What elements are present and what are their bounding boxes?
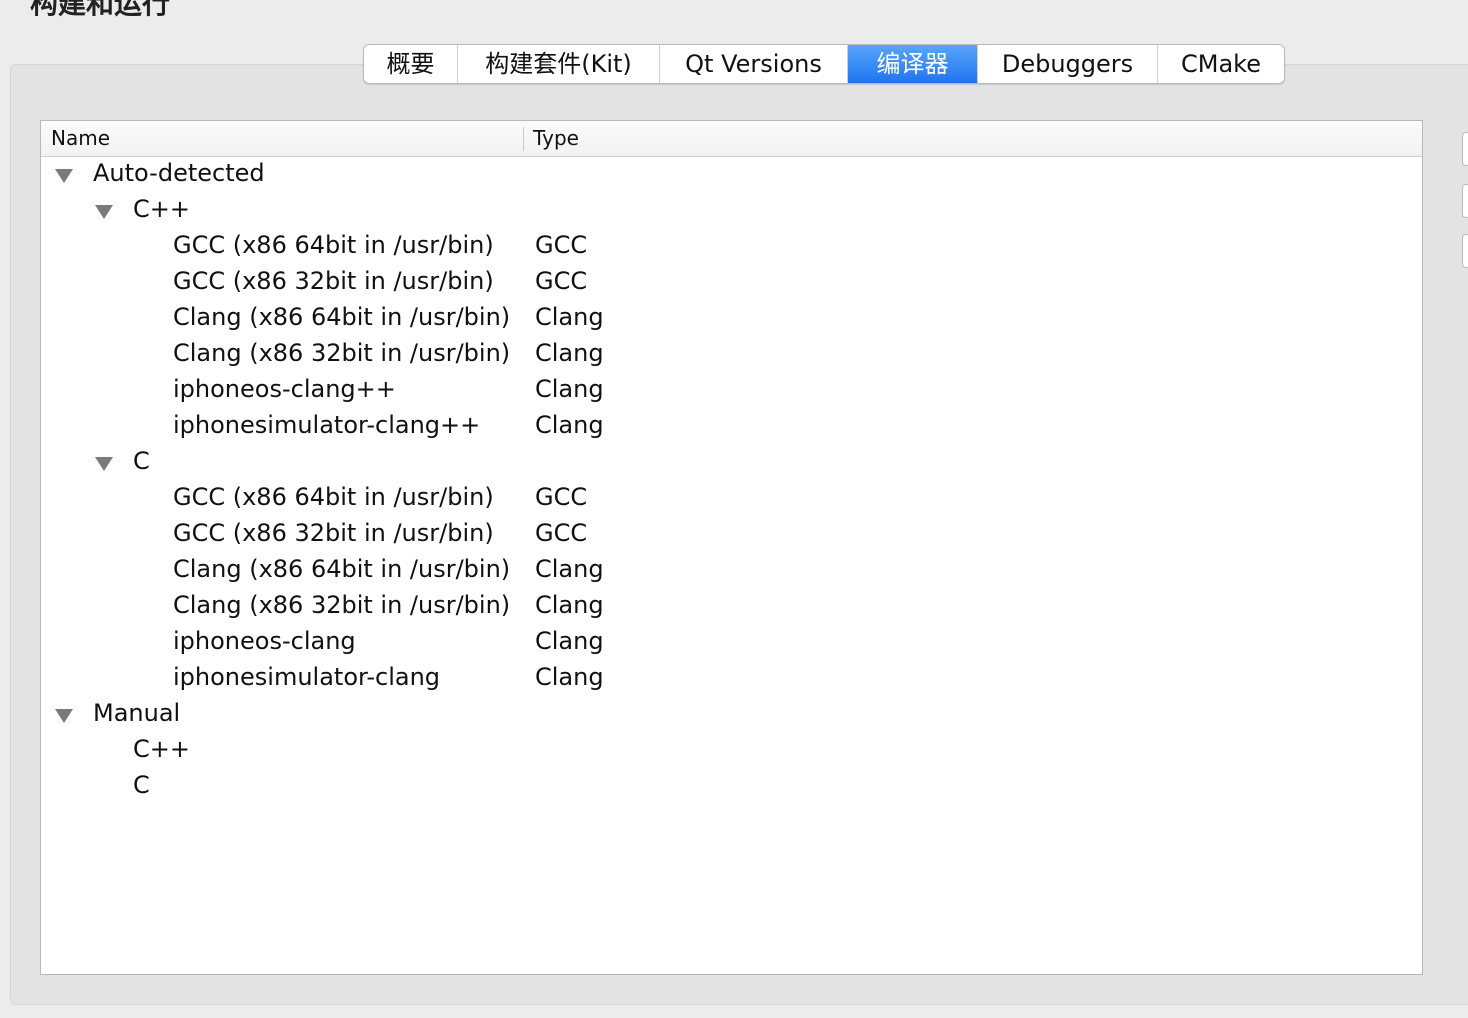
window-title: 构建和运行 bbox=[30, 0, 171, 20]
tree-group-manual-c[interactable]: C bbox=[41, 769, 1422, 805]
tree-item-label: iphoneos-clang bbox=[173, 627, 356, 655]
tab-cmake[interactable]: CMake bbox=[1158, 45, 1284, 83]
tree-item-label: iphoneos-clang++ bbox=[173, 375, 396, 403]
tree-item-label: C++ bbox=[133, 195, 190, 223]
tree-item-label: Clang (x86 64bit in /usr/bin) bbox=[173, 303, 511, 331]
tree-item-compiler[interactable]: Clang (x86 64bit in /usr/bin) Clang bbox=[41, 301, 1422, 337]
tree-item-compiler[interactable]: Clang (x86 32bit in /usr/bin) Clang bbox=[41, 337, 1422, 373]
tree-item-label: Clang (x86 32bit in /usr/bin) bbox=[173, 339, 511, 367]
tree-item-compiler[interactable]: GCC (x86 32bit in /usr/bin) GCC bbox=[41, 517, 1422, 553]
tree-item-type: Clang bbox=[535, 663, 604, 691]
expand-triangle-icon[interactable] bbox=[95, 205, 113, 219]
tree-item-label: iphonesimulator-clang bbox=[173, 663, 441, 691]
tree-group-manual-cpp[interactable]: C++ bbox=[41, 733, 1422, 769]
tree-item-type: Clang bbox=[535, 411, 604, 439]
tree-item-label: Clang (x86 64bit in /usr/bin) bbox=[173, 555, 511, 583]
tree-item-label: GCC (x86 64bit in /usr/bin) bbox=[173, 231, 494, 259]
tree-item-compiler[interactable]: iphoneos-clang Clang bbox=[41, 625, 1422, 661]
tree-item-label: GCC (x86 64bit in /usr/bin) bbox=[173, 483, 494, 511]
tab-kits[interactable]: 构建套件(Kit) bbox=[458, 45, 660, 83]
tree-item-compiler[interactable]: iphonesimulator-clang Clang bbox=[41, 661, 1422, 697]
column-header-type[interactable]: Type bbox=[533, 126, 579, 150]
tree-item-label: C bbox=[133, 771, 150, 799]
tree-item-compiler[interactable]: GCC (x86 64bit in /usr/bin) GCC bbox=[41, 229, 1422, 265]
tab-debuggers[interactable]: Debuggers bbox=[978, 45, 1158, 83]
tab-compilers[interactable]: 编译器 bbox=[848, 45, 978, 83]
tree-item-label: GCC (x86 32bit in /usr/bin) bbox=[173, 267, 494, 295]
tree-item-type: GCC bbox=[535, 483, 588, 511]
expand-triangle-icon[interactable] bbox=[55, 169, 73, 183]
tree-group-c[interactable]: C bbox=[41, 445, 1422, 481]
tree-item-label: Auto-detected bbox=[93, 159, 265, 187]
tree-item-type: GCC bbox=[535, 231, 588, 259]
column-header-name[interactable]: Name bbox=[51, 126, 110, 150]
tree-item-label: Manual bbox=[93, 699, 181, 727]
tree-rows: Auto-detected C++ GCC (x86 64bit in /usr… bbox=[41, 157, 1422, 805]
tree-item-type: Clang bbox=[535, 303, 604, 331]
tree-group-manual[interactable]: Manual bbox=[41, 697, 1422, 733]
tree-item-compiler[interactable]: Clang (x86 32bit in /usr/bin) Clang bbox=[41, 589, 1422, 625]
column-separator[interactable] bbox=[523, 127, 524, 151]
compiler-tree[interactable]: Name Type Auto-detected C++ GCC (x86 64b… bbox=[40, 120, 1423, 975]
tree-item-label: Clang (x86 32bit in /usr/bin) bbox=[173, 591, 511, 619]
tree-item-type: GCC bbox=[535, 519, 588, 547]
tree-item-type: Clang bbox=[535, 555, 604, 583]
tree-item-compiler[interactable]: GCC (x86 64bit in /usr/bin) GCC bbox=[41, 481, 1422, 517]
tree-item-type: Clang bbox=[535, 375, 604, 403]
side-button-bottom[interactable] bbox=[1462, 234, 1468, 268]
tree-item-label: C++ bbox=[133, 735, 190, 763]
tree-group-auto-detected[interactable]: Auto-detected bbox=[41, 157, 1422, 193]
tree-item-type: Clang bbox=[535, 627, 604, 655]
tree-item-compiler[interactable]: GCC (x86 32bit in /usr/bin) GCC bbox=[41, 265, 1422, 301]
tab-overview[interactable]: 概要 bbox=[364, 45, 458, 83]
tree-item-type: Clang bbox=[535, 339, 604, 367]
side-button-top[interactable] bbox=[1462, 132, 1468, 166]
expand-triangle-icon[interactable] bbox=[95, 457, 113, 471]
tab-bar: 概要 构建套件(Kit) Qt Versions 编译器 Debuggers C… bbox=[363, 44, 1285, 84]
tree-item-label: C bbox=[133, 447, 150, 475]
tab-qt-versions[interactable]: Qt Versions bbox=[660, 45, 848, 83]
tree-group-cpp[interactable]: C++ bbox=[41, 193, 1422, 229]
tree-item-label: GCC (x86 32bit in /usr/bin) bbox=[173, 519, 494, 547]
tree-item-label: iphonesimulator-clang++ bbox=[173, 411, 481, 439]
tree-item-compiler[interactable]: iphonesimulator-clang++ Clang bbox=[41, 409, 1422, 445]
tree-item-type: GCC bbox=[535, 267, 588, 295]
tree-item-compiler[interactable]: iphoneos-clang++ Clang bbox=[41, 373, 1422, 409]
tree-header: Name Type bbox=[41, 121, 1422, 157]
tree-item-type: Clang bbox=[535, 591, 604, 619]
side-button-middle[interactable] bbox=[1462, 184, 1468, 218]
expand-triangle-icon[interactable] bbox=[55, 709, 73, 723]
tree-item-compiler[interactable]: Clang (x86 64bit in /usr/bin) Clang bbox=[41, 553, 1422, 589]
